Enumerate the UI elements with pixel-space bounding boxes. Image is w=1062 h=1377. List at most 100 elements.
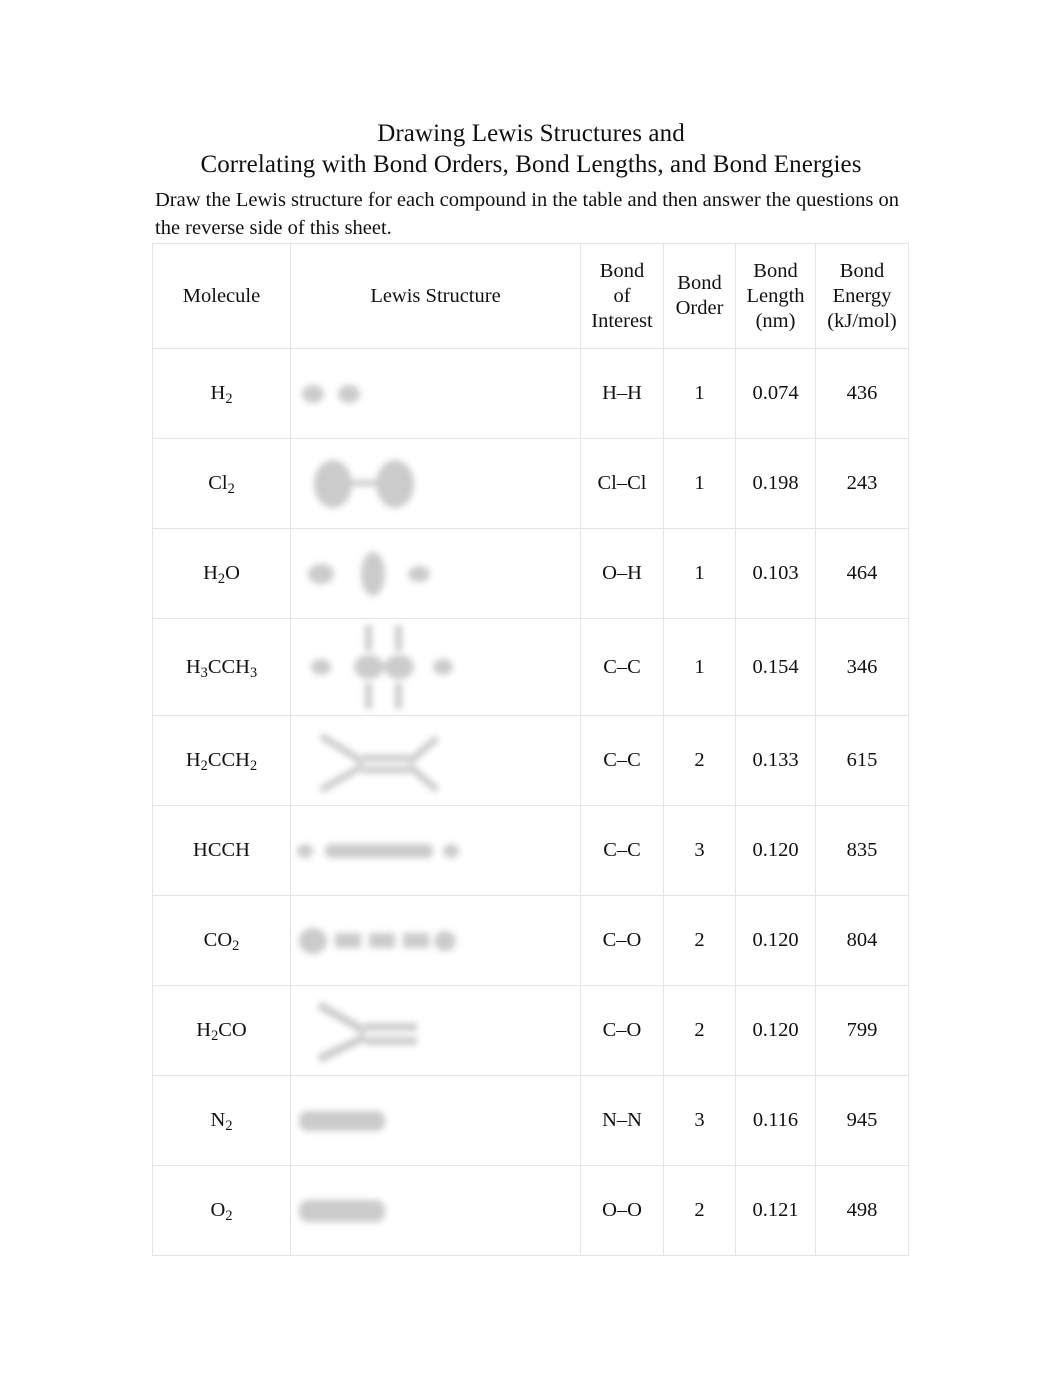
cell-bond-of-interest-value: C–C [603,749,641,771]
cell-lewis-structure [290,348,581,439]
column-header-bond-length: Bond Length (nm) [735,243,816,349]
table-header: Molecule Lewis Structure Bond of Interes… [152,243,909,349]
cell-bond-of-interest: C–O [580,895,664,986]
title-line-1: Drawing Lewis Structures and [377,120,685,147]
cell-bond-order: 1 [663,348,736,439]
table-row: H2 H–H 1 0.074 436 [152,348,909,439]
cell-bond-energy-value: 436 [846,382,878,404]
cell-bond-of-interest: O–H [580,528,664,619]
lewis-structure-sketch [291,377,580,411]
cell-bond-order: 2 [663,895,736,986]
cell-bond-length-value: 0.121 [752,1199,799,1221]
cell-bond-length-value: 0.116 [752,1109,799,1131]
cell-bond-energy-value: 346 [846,655,878,678]
cell-bond-length-value: 0.198 [752,472,799,494]
cell-bond-energy-value: 945 [846,1109,878,1131]
lewis-structure-sketch [291,718,580,804]
table-row: N2 N–N 3 0.116 945 [152,1075,909,1166]
column-header-bond-order: Bond Order [663,243,736,349]
table-row: Cl2 Cl–Cl 1 0.198 243 [152,438,909,529]
cell-bond-order-value: 2 [694,1199,705,1221]
cell-molecule: H2 [152,348,291,439]
header-lewis-line-1: Lewis Structure [370,284,501,307]
cell-bond-order-value: 3 [694,839,705,861]
cell-lewis-structure [290,805,581,896]
cell-bond-energy-value: 498 [846,1199,878,1221]
cell-lewis-structure [290,715,581,806]
cell-bond-energy: 945 [815,1075,909,1166]
cell-lewis-structure [290,895,581,986]
cell-bond-order-value: 2 [694,929,705,951]
cell-bond-energy: 615 [815,715,909,806]
cell-bond-length: 0.198 [735,438,816,529]
header-order-line-1: Bond [677,272,722,294]
table-body: H2 H–H 1 0.074 436 Cl2 Cl–Cl 1 0.198 243 H2O O–H 1 0.… [152,348,909,1256]
molecule-formula: H2O [203,562,240,588]
cell-bond-of-interest-value: C–C [603,655,641,678]
cell-bond-energy-value: 615 [846,749,878,771]
lewis-structure-sketch [291,919,580,963]
cell-bond-order: 2 [663,985,736,1076]
cell-bond-of-interest: Cl–Cl [580,438,664,529]
cell-bond-length-value: 0.133 [752,749,799,771]
cell-bond-energy-value: 835 [846,839,878,861]
cell-bond-energy-value: 804 [846,929,878,951]
title-line-2: Correlating with Bond Orders, Bond Lengt… [200,151,862,178]
cell-bond-of-interest: C–C [580,618,664,716]
lewis-structure-sketch [291,989,580,1073]
molecule-formula: Cl2 [208,472,235,498]
cell-bond-length: 0.103 [735,528,816,619]
cell-bond-energy: 835 [815,805,909,896]
cell-bond-of-interest: O–O [580,1165,664,1256]
lewis-structure-sketch [291,546,580,602]
cell-molecule: H2O [152,528,291,619]
cell-bond-order-value: 1 [694,472,705,494]
cell-bond-of-interest-value: Cl–Cl [597,472,647,494]
cell-bond-order: 2 [663,715,736,806]
molecule-formula: H3CCH3 [185,655,258,681]
cell-bond-length-value: 0.120 [752,1019,799,1041]
cell-bond-of-interest-value: C–O [602,929,642,951]
cell-bond-energy: 464 [815,528,909,619]
cell-molecule: H3CCH3 [152,618,291,716]
lewis-structure-sketch [291,1194,580,1228]
table-row: CO2 C–O 2 0.120 804 [152,895,909,986]
cell-bond-length: 0.074 [735,348,816,439]
header-boi-line-2: of [613,284,631,307]
column-header-lewis-structure: Lewis Structure [290,243,581,349]
cell-molecule: CO2 [152,895,291,986]
cell-bond-energy-value: 243 [846,472,878,494]
molecule-formula: H2CCH2 [185,749,258,775]
table-row: H2CO C–O 2 0.120 799 [152,985,909,1076]
cell-bond-energy: 799 [815,985,909,1076]
cell-bond-length-value: 0.120 [752,839,799,861]
cell-bond-order: 3 [663,805,736,896]
cell-bond-of-interest-value: C–C [603,839,641,861]
molecule-formula: H2 [210,382,233,408]
column-header-bond-of-interest: Bond of Interest [580,243,664,349]
cell-bond-of-interest: H–H [580,348,664,439]
cell-bond-length-value: 0.154 [752,655,799,678]
header-molecule-line-1: Molecule [182,284,261,307]
header-energy-line-2: Energy [832,284,892,307]
cell-bond-of-interest-value: O–H [602,562,642,584]
cell-bond-length: 0.154 [735,618,816,716]
cell-bond-of-interest-value: N–N [602,1109,642,1131]
cell-molecule: HCCH [152,805,291,896]
cell-molecule: H2CO [152,985,291,1076]
cell-bond-order-value: 1 [694,562,705,584]
cell-lewis-structure [290,438,581,529]
cell-molecule: H2CCH2 [152,715,291,806]
column-header-bond-energy: Bond Energy (kJ/mol) [815,243,909,349]
cell-lewis-structure [290,985,581,1076]
header-length-line-2: Length [746,284,805,307]
cell-bond-order-value: 2 [694,749,705,771]
cell-bond-order-value: 2 [694,1019,705,1041]
cell-bond-order-value: 3 [694,1109,705,1131]
cell-bond-of-interest: N–N [580,1075,664,1166]
cell-lewis-structure [290,528,581,619]
lewis-structure-sketch [291,449,580,519]
table-row: H2CCH2 C–C 2 0.133 615 [152,715,909,806]
cell-bond-length: 0.120 [735,985,816,1076]
table-row: H2O O–H 1 0.103 464 [152,528,909,619]
